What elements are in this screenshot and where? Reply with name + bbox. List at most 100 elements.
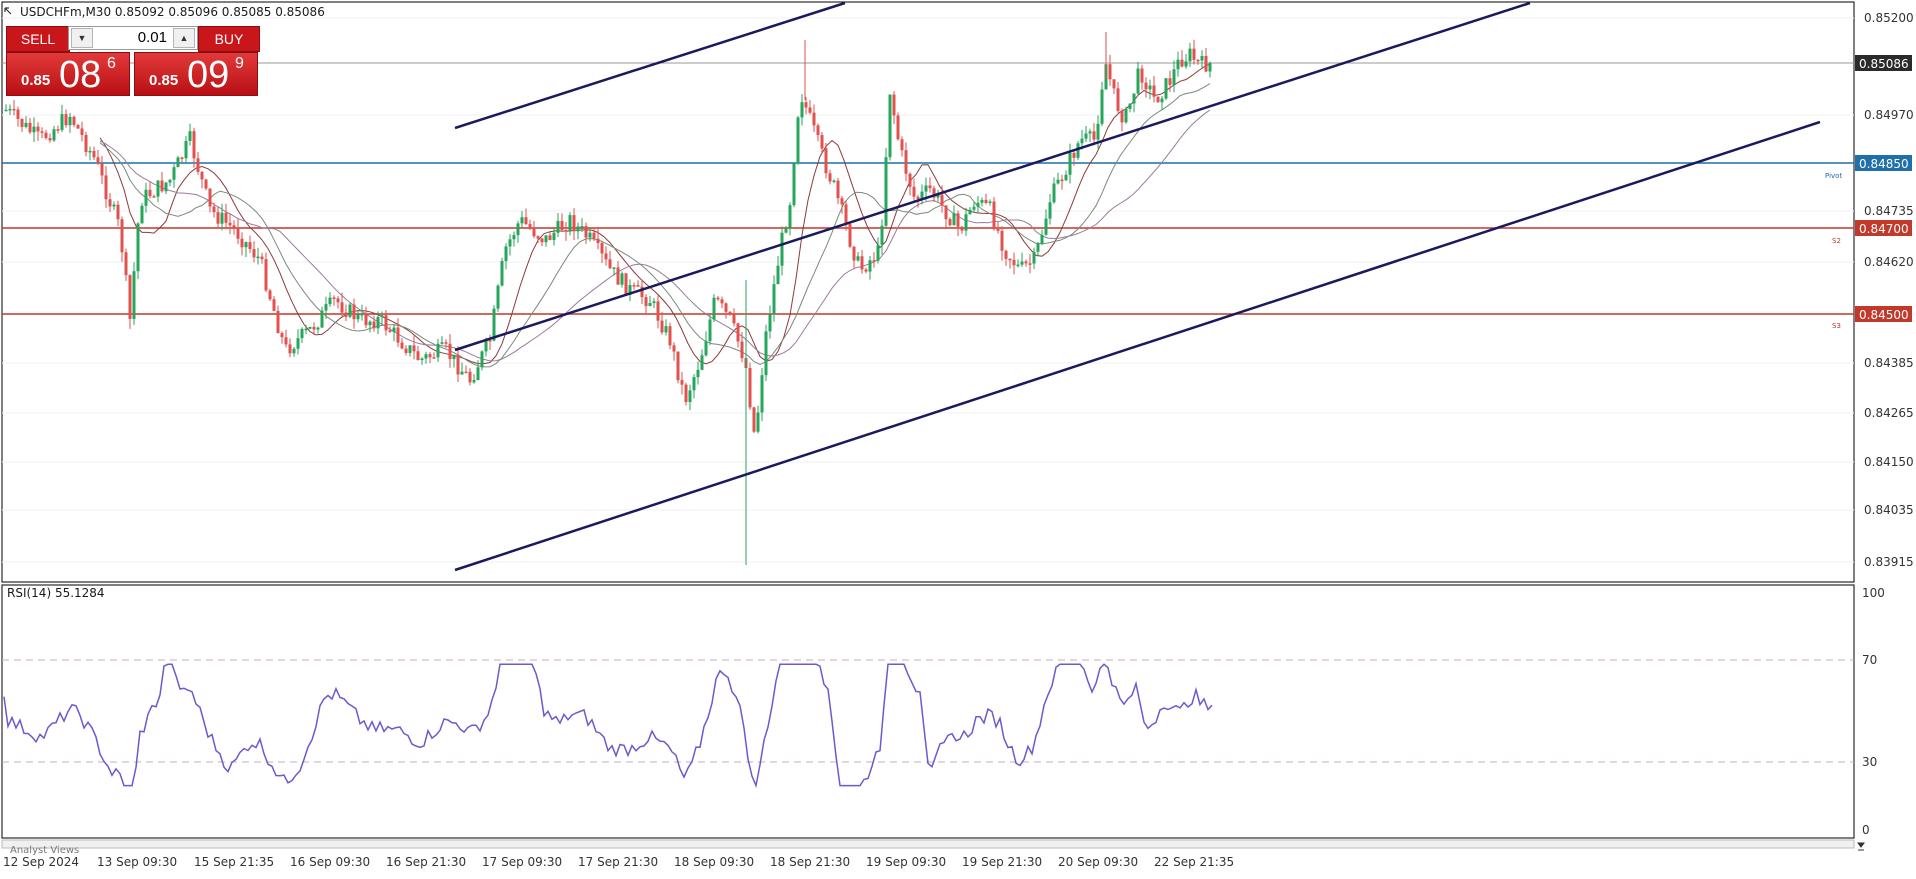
candle-body xyxy=(468,371,472,383)
candle-body xyxy=(384,315,388,331)
candle-body xyxy=(476,367,480,381)
lot-size-input[interactable]: 0.01 xyxy=(95,27,171,49)
price-tick: 0.84620 xyxy=(1864,255,1914,269)
candle-body xyxy=(292,348,296,354)
sell-price-prefix: 0.85 xyxy=(21,72,51,89)
candle-body xyxy=(948,219,952,226)
pivot-tag: Pivot xyxy=(1825,172,1842,180)
lot-size-stepper[interactable]: ▼ 0.01 ▲ xyxy=(68,26,198,50)
candle-body xyxy=(832,180,836,183)
candle-body xyxy=(700,355,704,370)
candle-body xyxy=(616,267,620,285)
candle-body xyxy=(972,206,976,210)
candle-body xyxy=(1116,88,1120,111)
candle-body xyxy=(116,204,120,220)
s2-price-label: 0.84700 xyxy=(1859,222,1909,236)
time-label: 17 Sep 21:30 xyxy=(578,855,658,869)
candle-body xyxy=(552,232,556,241)
candle-body xyxy=(176,157,180,168)
candle-body xyxy=(24,122,28,127)
candle-body xyxy=(668,326,672,346)
candle-body xyxy=(84,135,88,152)
candle-body xyxy=(608,259,612,269)
candle-body xyxy=(828,173,832,182)
candle-body xyxy=(20,118,24,127)
time-label: 22 Sep 21:35 xyxy=(1154,855,1234,869)
candle-body xyxy=(612,267,616,269)
candle-body xyxy=(508,239,512,247)
current-price-label: 0.85086 xyxy=(1859,57,1909,71)
candle-body xyxy=(576,226,580,232)
candle-body xyxy=(904,150,908,174)
candle-body xyxy=(784,228,788,233)
candle-body xyxy=(132,271,136,319)
candle-body xyxy=(40,131,44,133)
price-tick: 0.84150 xyxy=(1864,455,1914,469)
candle-body xyxy=(452,354,456,360)
candle-body xyxy=(264,259,268,291)
candle-body xyxy=(88,150,92,153)
candle-body xyxy=(320,310,324,328)
candle-body xyxy=(444,342,448,344)
sell-button[interactable]: SELL xyxy=(6,26,70,52)
chart-canvas[interactable]: 0.85200 0.84970 0.84735 0.84620 0.84385 … xyxy=(0,0,1916,874)
candle-body xyxy=(104,175,108,200)
candle-body xyxy=(220,212,224,224)
candle-body xyxy=(352,304,356,320)
sell-price-button[interactable]: 0.85 08 6 xyxy=(6,52,130,96)
time-label: 19 Sep 21:30 xyxy=(962,855,1042,869)
candle-body xyxy=(520,217,524,224)
candle-body xyxy=(760,375,764,413)
rsi-label: RSI(14) 55.1284 xyxy=(7,586,105,600)
candle-body xyxy=(1052,183,1056,203)
candle-body xyxy=(824,148,828,174)
time-label: 16 Sep 09:30 xyxy=(290,855,370,869)
chevron-up-icon[interactable]: ▲ xyxy=(173,28,195,48)
symbol-info: USDCHFm,M30 0.85092 0.85096 0.85085 0.85… xyxy=(20,5,325,19)
candle-body xyxy=(300,328,304,339)
candle-body xyxy=(60,114,64,130)
candle-body xyxy=(1124,108,1128,123)
candle-body xyxy=(1132,93,1136,104)
buy-button[interactable]: BUY xyxy=(198,26,260,52)
candle-body xyxy=(48,138,52,141)
candle-body xyxy=(348,304,352,317)
symbol-header: USDCHFm,M30 0.85092 0.85096 0.85085 0.85… xyxy=(4,5,325,19)
scroll-down-icon[interactable] xyxy=(1857,842,1865,851)
analyst-views-bar[interactable] xyxy=(1,839,1855,849)
candle-body xyxy=(188,131,192,141)
candle-body xyxy=(512,235,516,240)
candle-body xyxy=(600,243,604,254)
candle-body xyxy=(720,299,724,304)
candle-body xyxy=(928,185,932,189)
candle-body xyxy=(888,94,892,158)
candle-body xyxy=(1064,174,1068,181)
candle-body xyxy=(400,342,404,349)
candle-body xyxy=(424,354,428,359)
candle-body xyxy=(1148,85,1152,90)
candle-body xyxy=(644,297,648,307)
candle-body xyxy=(412,345,416,352)
candle-body xyxy=(272,299,276,311)
candle-body xyxy=(484,340,488,352)
candle-body xyxy=(940,194,944,206)
candle-body xyxy=(1084,133,1088,139)
candle-body xyxy=(244,242,248,248)
candle-body xyxy=(288,344,292,354)
candle-body xyxy=(768,314,772,332)
candle-body xyxy=(404,348,408,353)
candle-body xyxy=(280,333,284,338)
candle-body xyxy=(588,232,592,238)
candle-body xyxy=(976,202,980,207)
candle-body xyxy=(1000,230,1004,251)
candle-body xyxy=(1144,82,1148,90)
chart-window[interactable]: 0.85200 0.84970 0.84735 0.84620 0.84385 … xyxy=(0,0,1916,874)
candle-body xyxy=(496,285,500,309)
candle-body xyxy=(212,206,216,213)
candle-body xyxy=(52,129,56,141)
chevron-down-icon[interactable]: ▼ xyxy=(71,28,93,48)
candle-body xyxy=(536,236,540,239)
buy-price-button[interactable]: 0.85 09 9 xyxy=(134,52,258,96)
candle-body xyxy=(516,223,520,236)
candle-body xyxy=(728,311,732,315)
